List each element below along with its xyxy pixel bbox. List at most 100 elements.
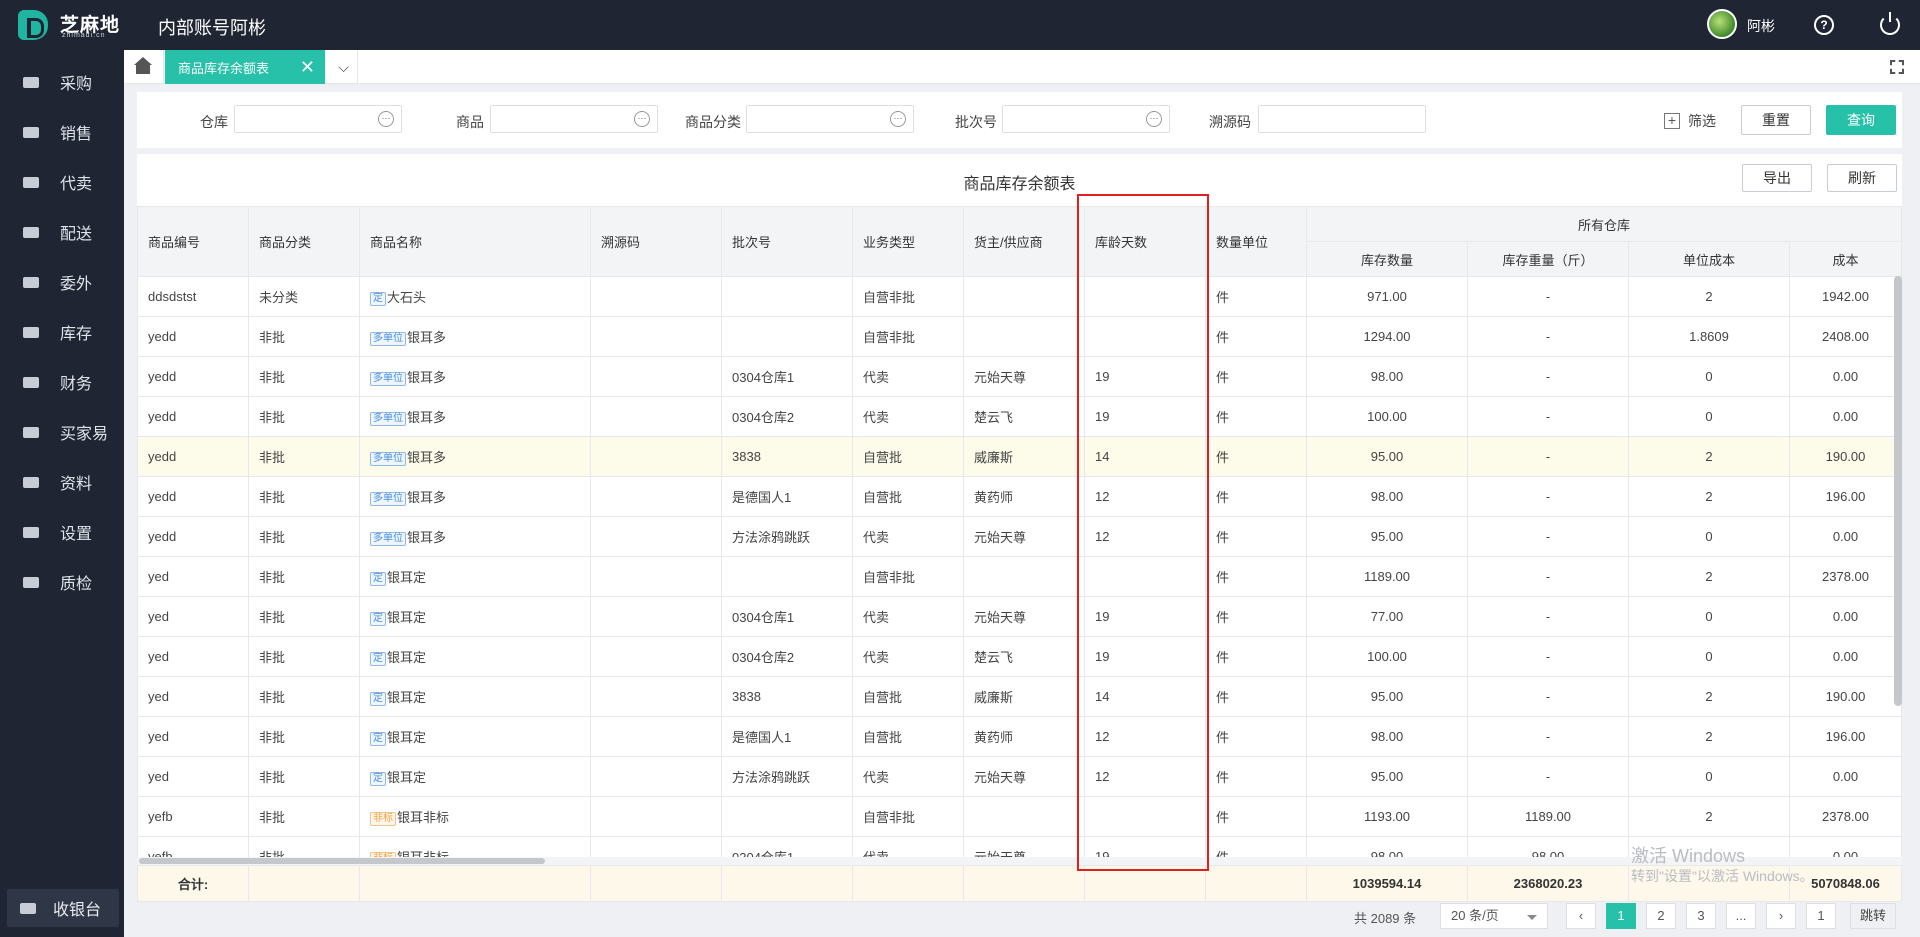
- col-name[interactable]: 商品名称: [359, 206, 591, 277]
- cell-cost: 0.00: [1788, 596, 1902, 637]
- sidebar-item-0[interactable]: 采购: [0, 57, 124, 107]
- sidebar-item-9[interactable]: 设置: [0, 507, 124, 557]
- table-row[interactable]: yedd 非批 多单位 银耳多 3838 自营批 威廉斯 14 件 95.00-2 190.00: [137, 436, 1902, 477]
- cell-unit-cost: 2: [1628, 676, 1790, 717]
- more-icon[interactable]: ···: [1146, 111, 1162, 127]
- sidebar-item-10[interactable]: 质检: [0, 557, 124, 607]
- vertical-scrollbar[interactable]: [1894, 276, 1902, 706]
- product-name: 银耳定: [387, 650, 427, 665]
- cell-unit: 件: [1205, 756, 1307, 797]
- table-row[interactable]: yed 非批定银耳定 自营非批 件 1189.00-2 2378.00: [137, 556, 1902, 597]
- money-icon: [22, 374, 40, 390]
- page-size-select[interactable]: 20 条/页: [1440, 903, 1548, 929]
- cell-unit-cost: 0: [1628, 356, 1790, 397]
- page-1-button[interactable]: 1: [1606, 903, 1636, 929]
- query-button[interactable]: 查询: [1826, 105, 1896, 135]
- table-row[interactable]: yed 非批定银耳定 是德国人1 自营批 黄药师 12 件 98.00-2 196.00: [137, 716, 1902, 757]
- product-name: 银耳多: [407, 490, 447, 505]
- tabs-dropdown-icon[interactable]: ⌵: [330, 50, 358, 84]
- cell-biz-type: 代卖: [852, 756, 964, 797]
- cell-trace: [590, 676, 722, 717]
- col-unit-cost[interactable]: 单位成本: [1628, 241, 1790, 277]
- home-icon[interactable]: [124, 50, 164, 84]
- product-name: 银耳定: [387, 690, 427, 705]
- product-select[interactable]: ···: [490, 105, 658, 133]
- table-row[interactable]: ddsdstst 未分类定大石头 自营非批 件 971.00-2 1942.00: [137, 276, 1902, 317]
- reset-button[interactable]: 重置: [1741, 105, 1811, 135]
- page-2-button[interactable]: 2: [1646, 903, 1676, 929]
- table-row[interactable]: yedd 非批 多单位 银耳多 方法涂鸦跳跃 代卖 元始天尊 12 件 95.00-0 0.00: [137, 516, 1902, 557]
- cell-batch: [721, 316, 853, 357]
- cell-supplier: [963, 556, 1085, 597]
- table-row[interactable]: yed 非批定银耳定 0304仓库1 代卖 元始天尊 19 件 77.00-0 0.00: [137, 596, 1902, 637]
- cell-cost: 190.00: [1788, 436, 1902, 477]
- cell-trace: [590, 476, 722, 517]
- cell-biz-type: 自营批: [852, 716, 964, 757]
- jump-page-input[interactable]: 1: [1806, 903, 1836, 929]
- cell-cost: 2378.00: [1788, 796, 1902, 837]
- col-category[interactable]: 商品分类: [248, 206, 360, 277]
- product-type-badge: 定: [370, 692, 386, 706]
- cell-trace: [590, 596, 722, 637]
- col-cost[interactable]: 成本: [1788, 241, 1902, 277]
- more-icon[interactable]: ···: [378, 111, 394, 127]
- pagination: 共 2089 条 20 条/页 ‹ 1 2 3 ... › 1 跳转: [0, 894, 1920, 937]
- col-supplier[interactable]: 货主/供应商: [963, 206, 1085, 277]
- user-avatar[interactable]: [1707, 9, 1737, 39]
- table-row[interactable]: yed 非批定银耳定 0304仓库2 代卖 楚云飞 19 件 100.00-0 0.00: [137, 636, 1902, 677]
- fullscreen-icon[interactable]: [1890, 60, 1904, 74]
- windows-activation-hint: 转到"设置"以激活 Windows。: [1631, 868, 1814, 884]
- col-trace[interactable]: 溯源码: [590, 206, 722, 277]
- cell-code: yedd: [137, 516, 249, 557]
- cell-unit: 件: [1205, 436, 1307, 477]
- prev-page-button[interactable]: ‹: [1566, 903, 1596, 929]
- sidebar-item-2[interactable]: 代卖: [0, 157, 124, 207]
- table-row[interactable]: yed 非批定银耳定 方法涂鸦跳跃 代卖 元始天尊 12 件 95.00-0 0.00: [137, 756, 1902, 797]
- col-biz-type[interactable]: 业务类型: [852, 206, 964, 277]
- col-batch[interactable]: 批次号: [721, 206, 853, 277]
- sidebar-item-7[interactable]: 买家易: [0, 407, 124, 457]
- user-name[interactable]: 阿彬: [1747, 16, 1775, 36]
- product-name: 银耳多: [407, 370, 447, 385]
- cell-category: 非批: [248, 756, 360, 797]
- tab-stock-balance[interactable]: 商品库存余额表 ✕: [165, 50, 325, 84]
- table-row[interactable]: yedd 非批 多单位 银耳多 自营非批 件 1294.00-1.8609 2408.00: [137, 316, 1902, 357]
- batch-select[interactable]: ···: [1002, 105, 1170, 133]
- tab-label: 商品库存余额表: [178, 60, 270, 76]
- more-icon[interactable]: ···: [634, 111, 650, 127]
- sidebar-item-6[interactable]: 财务: [0, 357, 124, 407]
- table-row[interactable]: yedd 非批 多单位 银耳多 0304仓库2 代卖 楚云飞 19 件 100.00-0 0.00: [137, 396, 1902, 437]
- warehouse-select[interactable]: ···: [234, 105, 402, 133]
- help-icon[interactable]: ?: [1814, 15, 1834, 35]
- page-ellipsis-button[interactable]: ...: [1726, 903, 1756, 929]
- refresh-button[interactable]: 刷新: [1827, 164, 1897, 192]
- table-row[interactable]: yedd 非批 多单位 银耳多 是德国人1 自营批 黄药师 12 件 98.00-2 196.00: [137, 476, 1902, 517]
- sidebar-item-1[interactable]: 销售: [0, 107, 124, 157]
- table-row[interactable]: yedd 非批 多单位 银耳多 0304仓库1 代卖 元始天尊 19 件 98.00-0 0.00: [137, 356, 1902, 397]
- next-page-button[interactable]: ›: [1766, 903, 1796, 929]
- cell-code: yed: [137, 596, 249, 637]
- sidebar-item-5[interactable]: 库存: [0, 307, 124, 357]
- filter-toggle[interactable]: + 筛选: [1664, 111, 1716, 131]
- cell-unit: 件: [1205, 396, 1307, 437]
- scrollbar-thumb[interactable]: [139, 858, 545, 864]
- tab-close-icon[interactable]: ✕: [300, 57, 315, 77]
- cell-code: yed: [137, 756, 249, 797]
- logout-icon[interactable]: [1880, 12, 1900, 35]
- table-row[interactable]: yed 非批定银耳定 3838 自营批 威廉斯 14 件 95.00-2 190.00: [137, 676, 1902, 717]
- category-select[interactable]: ···: [746, 105, 914, 133]
- jump-button[interactable]: 跳转: [1850, 903, 1896, 929]
- sidebar-item-3[interactable]: 配送: [0, 207, 124, 257]
- more-icon[interactable]: ···: [890, 111, 906, 127]
- col-unit[interactable]: 数量单位: [1205, 206, 1307, 277]
- page-3-button[interactable]: 3: [1686, 903, 1716, 929]
- sidebar-item-label: 采购: [60, 76, 93, 93]
- sidebar-item-4[interactable]: 委外: [0, 257, 124, 307]
- col-code[interactable]: 商品编号: [137, 206, 249, 277]
- table-row[interactable]: yefb 非批 非标 银耳非标 自营非批 件 1193.00 1189.00 2 2378.00: [137, 796, 1902, 837]
- col-qty[interactable]: 库存数量: [1306, 241, 1468, 277]
- sidebar-item-8[interactable]: 资料: [0, 457, 124, 507]
- trace-code-input[interactable]: [1258, 105, 1426, 133]
- export-button[interactable]: 导出: [1742, 164, 1812, 192]
- col-weight[interactable]: 库存重量（斤）: [1467, 241, 1629, 277]
